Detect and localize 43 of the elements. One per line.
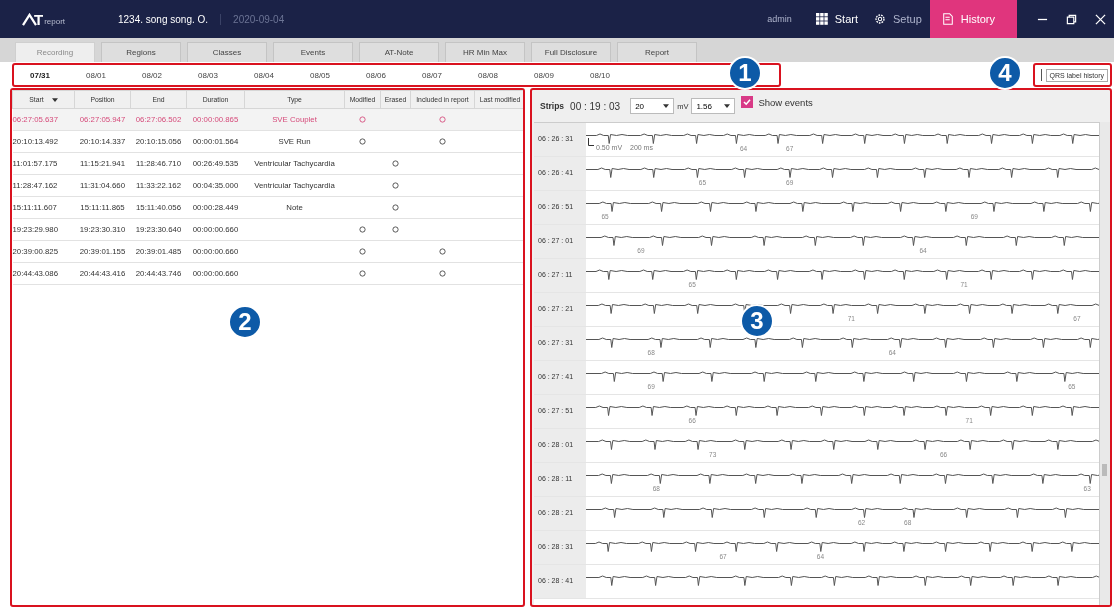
separator-icon bbox=[1040, 69, 1042, 81]
callout-number: 2 bbox=[228, 305, 262, 339]
scrollbar[interactable] bbox=[1099, 122, 1110, 605]
date-tab[interactable]: 07/31 bbox=[24, 70, 80, 80]
date-tab[interactable]: 08/01 bbox=[80, 70, 136, 80]
date-tab[interactable]: 08/04 bbox=[248, 70, 304, 80]
restore-icon[interactable] bbox=[1066, 13, 1077, 25]
date-tab[interactable]: 08/08 bbox=[472, 70, 528, 80]
speed-dropdown[interactable]: 20 bbox=[630, 98, 675, 114]
strips-time: 00 : 19 : 03 bbox=[570, 100, 621, 112]
tab[interactable]: Report bbox=[617, 42, 697, 62]
grid-icon bbox=[815, 13, 828, 25]
nav-button[interactable]: Setup bbox=[866, 0, 930, 38]
settings-icon bbox=[874, 13, 886, 25]
calibration-marker-icon bbox=[588, 138, 594, 146]
tab[interactable]: Classes bbox=[187, 42, 267, 62]
strips-label: Strips bbox=[540, 101, 565, 111]
dropdown-caret-icon bbox=[724, 104, 731, 108]
tab[interactable]: Full Disclosure bbox=[531, 42, 611, 62]
record-date: 2020-09-04 bbox=[233, 13, 285, 25]
dropdown-caret-icon bbox=[663, 104, 670, 108]
tab[interactable]: Events bbox=[273, 42, 353, 62]
date-tab[interactable]: 08/02 bbox=[136, 70, 192, 80]
date-tab[interactable]: 08/03 bbox=[192, 70, 248, 80]
date-tab[interactable]: 08/06 bbox=[360, 70, 416, 80]
tab[interactable]: HR Min Max bbox=[445, 42, 525, 62]
logo-text: report bbox=[44, 16, 66, 26]
logo-letter: T bbox=[34, 12, 44, 26]
date-tab[interactable]: 08/07 bbox=[416, 70, 472, 80]
nav-button[interactable]: History bbox=[929, 0, 1017, 38]
user-name: admin bbox=[767, 14, 792, 24]
date-tab[interactable]: 08/09 bbox=[528, 70, 584, 80]
date-tab[interactable]: 08/10 bbox=[584, 70, 640, 80]
patient-name: 1234. song song. O. bbox=[118, 13, 222, 25]
tab[interactable]: AT-Note bbox=[359, 42, 439, 62]
nav-button[interactable]: Start bbox=[807, 0, 866, 38]
date-tab[interactable]: 08/05 bbox=[304, 70, 360, 80]
tab[interactable]: Regions bbox=[101, 42, 181, 62]
close-icon[interactable] bbox=[1095, 13, 1106, 25]
gain-dropdown[interactable]: 1.56 bbox=[691, 98, 736, 114]
show-events-checkbox[interactable]: Show events bbox=[741, 96, 813, 108]
sort-caret-icon bbox=[51, 97, 58, 102]
document-icon bbox=[941, 13, 954, 25]
